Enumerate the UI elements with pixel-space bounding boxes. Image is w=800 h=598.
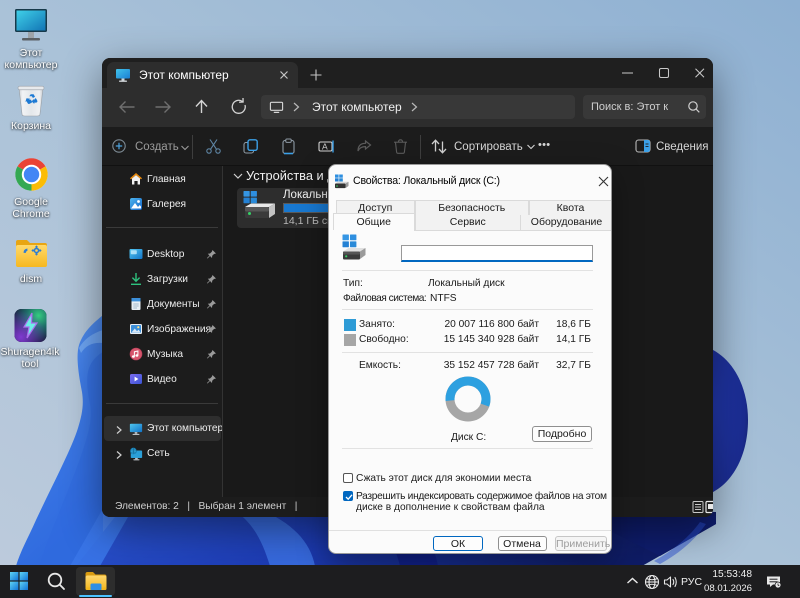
svg-text:A: A (322, 142, 328, 152)
